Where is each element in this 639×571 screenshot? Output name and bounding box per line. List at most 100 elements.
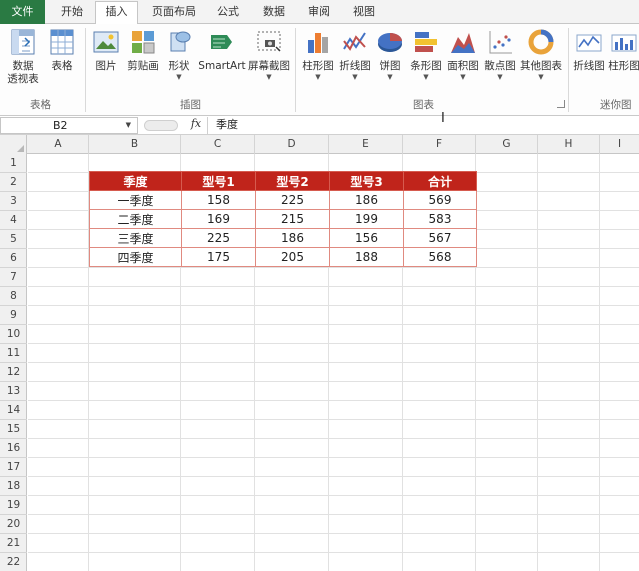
table-cell[interactable]: 225: [255, 190, 330, 210]
column-header-c[interactable]: C: [181, 135, 255, 154]
sparkline-line-button[interactable]: 折线图: [572, 27, 606, 73]
row-header[interactable]: 1: [0, 154, 27, 173]
area-chart-button[interactable]: 面积图 ▼: [445, 27, 481, 82]
row-header[interactable]: 7: [0, 268, 27, 287]
smartart-button[interactable]: SmartArt: [198, 27, 246, 73]
row-header[interactable]: 3: [0, 192, 27, 211]
formula-input[interactable]: 季度: [207, 117, 639, 134]
gridline: [28, 419, 639, 420]
table-cell[interactable]: 三季度: [89, 228, 182, 248]
tab-review[interactable]: 审阅: [300, 2, 338, 24]
row-header[interactable]: 8: [0, 287, 27, 306]
column-header-i[interactable]: I: [600, 135, 639, 154]
row-header[interactable]: 10: [0, 325, 27, 344]
row-header[interactable]: 2: [0, 173, 27, 192]
tab-view[interactable]: 视图: [345, 2, 383, 24]
tab-insert[interactable]: 插入: [95, 1, 138, 25]
smartart-icon: [208, 27, 236, 57]
column-header-a[interactable]: A: [28, 135, 89, 154]
text-cursor-icon: I: [441, 111, 445, 126]
table-cell[interactable]: 188: [329, 247, 404, 267]
select-all-corner[interactable]: [0, 135, 27, 154]
other-charts-button[interactable]: 其他图表 ▼: [519, 27, 563, 82]
column-header-f[interactable]: F: [403, 135, 476, 154]
table-cell[interactable]: 199: [329, 209, 404, 229]
column-header-g[interactable]: G: [476, 135, 538, 154]
name-box[interactable]: B2 ▼: [0, 117, 138, 134]
bar-chart-icon: [412, 27, 440, 57]
row-header[interactable]: 16: [0, 439, 27, 458]
tab-page-layout[interactable]: 页面布局: [146, 2, 202, 24]
pivot-table-button[interactable]: 数据 透视表: [4, 27, 42, 86]
table-cell[interactable]: 215: [255, 209, 330, 229]
clipart-button[interactable]: 剪贴画: [124, 27, 162, 73]
sparkline-column-button[interactable]: 柱形图: [607, 27, 639, 73]
table-cell[interactable]: 175: [181, 247, 256, 267]
column-header-h[interactable]: H: [538, 135, 600, 154]
group-separator: [295, 28, 296, 112]
table-row: 三季度 225 186 156 567: [89, 228, 477, 248]
table-cell[interactable]: 583: [403, 209, 477, 229]
gridline: [28, 476, 639, 477]
row-header[interactable]: 5: [0, 230, 27, 249]
row-header[interactable]: 4: [0, 211, 27, 230]
tab-formulas[interactable]: 公式: [209, 2, 247, 24]
table-cell[interactable]: 156: [329, 228, 404, 248]
insert-function-icon[interactable]: fx: [186, 117, 206, 133]
table-header-cell[interactable]: 型号3: [329, 171, 404, 191]
column-header-e[interactable]: E: [329, 135, 403, 154]
row-header[interactable]: 12: [0, 363, 27, 382]
row-header[interactable]: 14: [0, 401, 27, 420]
scatter-chart-button[interactable]: 散点图 ▼: [482, 27, 518, 82]
shapes-button[interactable]: 形状 ▼: [164, 27, 194, 82]
screenshot-button[interactable]: 屏幕截图 ▼: [247, 27, 291, 82]
table-cell[interactable]: 567: [403, 228, 477, 248]
tab-home[interactable]: 开始: [52, 2, 92, 24]
row-header[interactable]: 22: [0, 553, 27, 571]
row-header[interactable]: 13: [0, 382, 27, 401]
line-chart-label: 折线图: [339, 60, 371, 72]
picture-button[interactable]: 图片: [91, 27, 121, 73]
table-cell[interactable]: 158: [181, 190, 256, 210]
formula-bar-splitter[interactable]: [144, 120, 178, 131]
bar-chart-label: 条形图: [410, 60, 442, 72]
table-cell[interactable]: 205: [255, 247, 330, 267]
table-cell[interactable]: 186: [255, 228, 330, 248]
table-button[interactable]: 表格: [46, 27, 78, 73]
row-header[interactable]: 18: [0, 477, 27, 496]
row-header[interactable]: 17: [0, 458, 27, 477]
row-header[interactable]: 15: [0, 420, 27, 439]
table-cell[interactable]: 一季度: [89, 190, 182, 210]
table-cell[interactable]: 569: [403, 190, 477, 210]
column-header-d[interactable]: D: [255, 135, 329, 154]
area-chart-dropdown-icon: ▼: [460, 73, 466, 81]
table-cell[interactable]: 四季度: [89, 247, 182, 267]
line-chart-button[interactable]: 折线图 ▼: [337, 27, 373, 82]
pie-chart-button[interactable]: 饼图 ▼: [374, 27, 406, 82]
table-cell[interactable]: 186: [329, 190, 404, 210]
row-header[interactable]: 11: [0, 344, 27, 363]
table-header-cell[interactable]: 季度: [89, 171, 182, 191]
table-cell[interactable]: 169: [181, 209, 256, 229]
group-separator: [85, 28, 86, 112]
row-header[interactable]: 9: [0, 306, 27, 325]
tab-file[interactable]: 文件: [0, 0, 45, 24]
table-cell[interactable]: 568: [403, 247, 477, 267]
column-header-b[interactable]: B: [89, 135, 181, 154]
name-box-dropdown-icon[interactable]: ▼: [126, 121, 131, 129]
table-cell[interactable]: 225: [181, 228, 256, 248]
row-header[interactable]: 6: [0, 249, 27, 268]
table-header-cell[interactable]: 型号2: [255, 171, 330, 191]
data-table: 季度 型号1 型号2 型号3 合计 一季度 158 225 186 569 二季…: [89, 171, 477, 267]
row-header[interactable]: 21: [0, 534, 27, 553]
row-header[interactable]: 20: [0, 515, 27, 534]
table-cell[interactable]: 二季度: [89, 209, 182, 229]
column-chart-button[interactable]: 柱形图 ▼: [300, 27, 336, 82]
bar-chart-button[interactable]: 条形图 ▼: [408, 27, 444, 82]
tab-data[interactable]: 数据: [255, 2, 293, 24]
charts-dialog-launcher-icon[interactable]: [557, 100, 565, 108]
table-header-row: 季度 型号1 型号2 型号3 合计: [89, 171, 477, 191]
row-header[interactable]: 19: [0, 496, 27, 515]
table-header-cell[interactable]: 合计: [403, 171, 477, 191]
table-header-cell[interactable]: 型号1: [181, 171, 256, 191]
